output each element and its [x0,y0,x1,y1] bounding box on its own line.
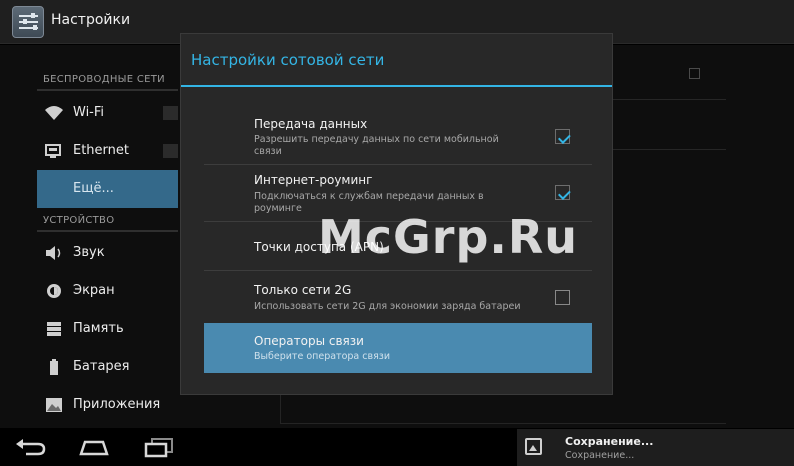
category-divider [37,89,178,91]
recent-apps-icon[interactable] [142,436,176,458]
nav-item-label: Батарея [73,359,130,374]
row-title: Передача данных [254,117,368,131]
row-title: Операторы связи [254,334,364,348]
background-checkbox [689,68,700,79]
nav-item-more[interactable]: Ещё... [37,170,178,208]
row-subtitle: Использовать сети 2G для экономии заряда… [254,301,521,312]
nav-item-label: Ещё... [73,181,114,196]
brightness-icon [44,282,64,300]
nav-item-display[interactable]: Экран [37,272,178,310]
nav-item-battery[interactable]: Батарея [37,348,178,386]
nav-item-label: Экран [73,283,115,298]
category-divider [37,230,178,232]
ethernet-toggle[interactable] [163,144,178,158]
category-header-wireless: БЕСПРОВОДНЫЕ СЕТИ [43,74,165,85]
2g-only-checkbox[interactable] [555,290,570,305]
speaker-icon [44,244,64,262]
row-title: Только сети 2G [254,283,352,297]
apps-icon [44,396,64,414]
nav-item-label: Wi-Fi [73,105,105,120]
dialog-title-divider [181,85,612,87]
nav-item-sound[interactable]: Звук [37,234,178,272]
wifi-toggle[interactable] [163,106,178,120]
watermark: McGrp.Ru [318,210,579,264]
back-icon[interactable] [14,436,48,458]
row-subtitle: Выберите оператора связи [254,351,391,362]
settings-nav: БЕСПРОВОДНЫЕ СЕТИ Wi-Fi Ethernet Ещё... … [37,45,178,428]
battery-icon [44,358,64,376]
internet-roaming-checkbox[interactable] [555,185,570,200]
nav-item-label: Ethernet [73,143,129,158]
page-title: Настройки [51,12,131,28]
row-divider [204,270,592,271]
category-header-device: УСТРОЙСТВО [43,215,115,226]
notification-subtitle: Сохранение... [565,450,635,461]
nav-item-wifi[interactable]: Wi-Fi [37,94,178,132]
image-icon [525,438,542,455]
row-title: Интернет-роуминг [254,173,373,187]
nav-item-storage[interactable]: Память [37,310,178,348]
nav-item-label: Память [73,321,124,336]
storage-icon [44,320,64,338]
row-network-operators[interactable]: Операторы связи Выберите оператора связи [204,323,592,373]
settings-icon[interactable] [12,6,44,38]
notification-title: Сохранение... [565,435,654,448]
row-subtitle: Разрешить передачу данных по сети мобиль… [254,134,499,157]
home-icon[interactable] [78,436,110,458]
data-transfer-checkbox[interactable] [555,129,570,144]
wifi-icon [44,104,64,122]
nav-item-label: Приложения [73,397,161,412]
nav-item-apps[interactable]: Приложения [37,386,178,424]
nav-item-ethernet[interactable]: Ethernet [37,132,178,170]
dialog-title: Настройки сотовой сети [191,51,385,69]
notification[interactable]: Сохранение... Сохранение... [517,429,794,466]
row-divider [204,164,592,165]
row-data-transfer[interactable]: Передача данных Разрешить передачу данны… [204,114,592,160]
row-2g-only[interactable]: Только сети 2G Использовать сети 2G для … [204,279,592,321]
ethernet-icon [44,142,64,160]
nav-item-label: Звук [73,245,105,260]
